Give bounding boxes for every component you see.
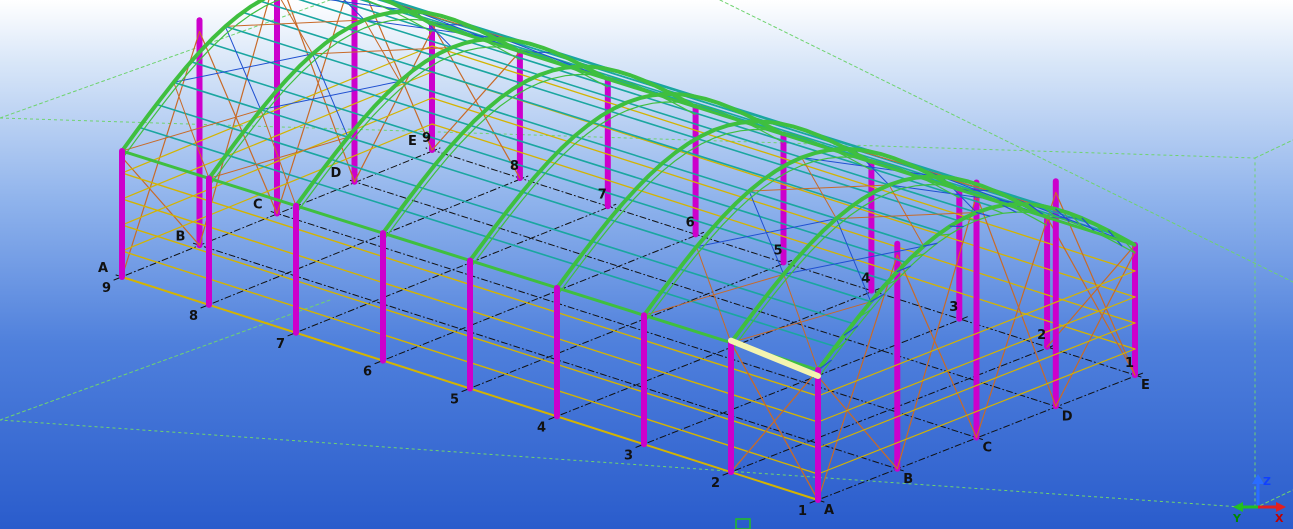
grid-label-back: 9 <box>422 131 431 146</box>
grid-label-left: C <box>253 198 263 213</box>
bbox-edge <box>0 0 331 119</box>
gable-bracing <box>975 194 1057 407</box>
axis-triad-icon: Z X Y <box>1232 474 1286 525</box>
grid-label-right: D <box>1062 409 1073 424</box>
grid-line-longitudinal <box>270 211 983 440</box>
grid-label-back: 3 <box>949 300 958 315</box>
front-bracing <box>730 369 819 473</box>
x-axis-label: X <box>1275 512 1284 525</box>
grid-label-front: 3 <box>624 448 633 463</box>
model-viewport[interactable]: 1 2 3 4 5 6 7 8 9 1 2 3 4 5 6 7 8 9 A B C D E A B C D E Z X Y <box>0 0 1293 529</box>
x-axis-arrowhead-icon <box>1276 502 1286 512</box>
grid-label-right: A <box>824 503 834 518</box>
grid-label-back: 5 <box>774 244 783 259</box>
grid-line-transverse <box>722 344 1056 476</box>
roof-bracing <box>748 184 890 192</box>
roof-bracing <box>835 212 977 220</box>
selected-member <box>728 337 821 379</box>
origin-marker-icon <box>735 518 751 529</box>
grid-label-left: B <box>176 229 186 244</box>
bbox-edge <box>1254 489 1293 509</box>
back-bracing <box>1046 244 1136 348</box>
gable-bracing <box>817 375 898 470</box>
grid-label-back: 6 <box>686 215 695 230</box>
grid-label-right: E <box>1141 378 1150 393</box>
grid-label-front: 7 <box>276 337 285 352</box>
grid-label-front: 6 <box>363 365 372 380</box>
gable-bracing <box>896 254 978 439</box>
rafter-lower-chord <box>556 128 872 297</box>
grid-line-longitudinal <box>193 242 904 472</box>
structure-3d-view[interactable]: 1 2 3 4 5 6 7 8 9 1 2 3 4 5 6 7 8 9 A B C D E A B C D E Z X Y <box>0 0 1293 529</box>
grid-label-left: A <box>98 261 108 276</box>
grid-label-back: 4 <box>861 272 870 287</box>
y-axis-label: Y <box>1232 512 1242 525</box>
grid-label-back: 8 <box>510 159 519 174</box>
y-axis-arrowhead-icon <box>1233 502 1243 512</box>
grid-label-front: 4 <box>537 420 546 435</box>
gable-bracing <box>1055 250 1136 407</box>
grid-label-back: 1 <box>1125 356 1134 371</box>
grid-label-front: 1 <box>798 504 807 519</box>
grid-label-back: 7 <box>598 187 607 202</box>
grid-label-back: 2 <box>1037 328 1046 343</box>
grid-label-right: B <box>903 472 913 487</box>
bbox-edge <box>1254 139 1293 159</box>
gable-bracing <box>975 191 1057 439</box>
truss-web <box>989 207 1004 214</box>
bbox-edge <box>0 299 331 421</box>
grid-label-front: 2 <box>711 476 720 491</box>
gable-bracing <box>353 29 433 183</box>
grid-line-transverse <box>200 175 529 309</box>
grid-label-right: C <box>983 441 993 456</box>
grid-label-front: 8 <box>189 309 198 324</box>
grid-label-front: 5 <box>450 393 459 408</box>
grid-label-front: 9 <box>102 281 111 296</box>
z-axis-label: Z <box>1263 475 1271 488</box>
grid-line-longitudinal <box>348 179 1063 409</box>
grid-label-left: E <box>408 134 417 149</box>
grid-label-left: D <box>331 166 342 181</box>
